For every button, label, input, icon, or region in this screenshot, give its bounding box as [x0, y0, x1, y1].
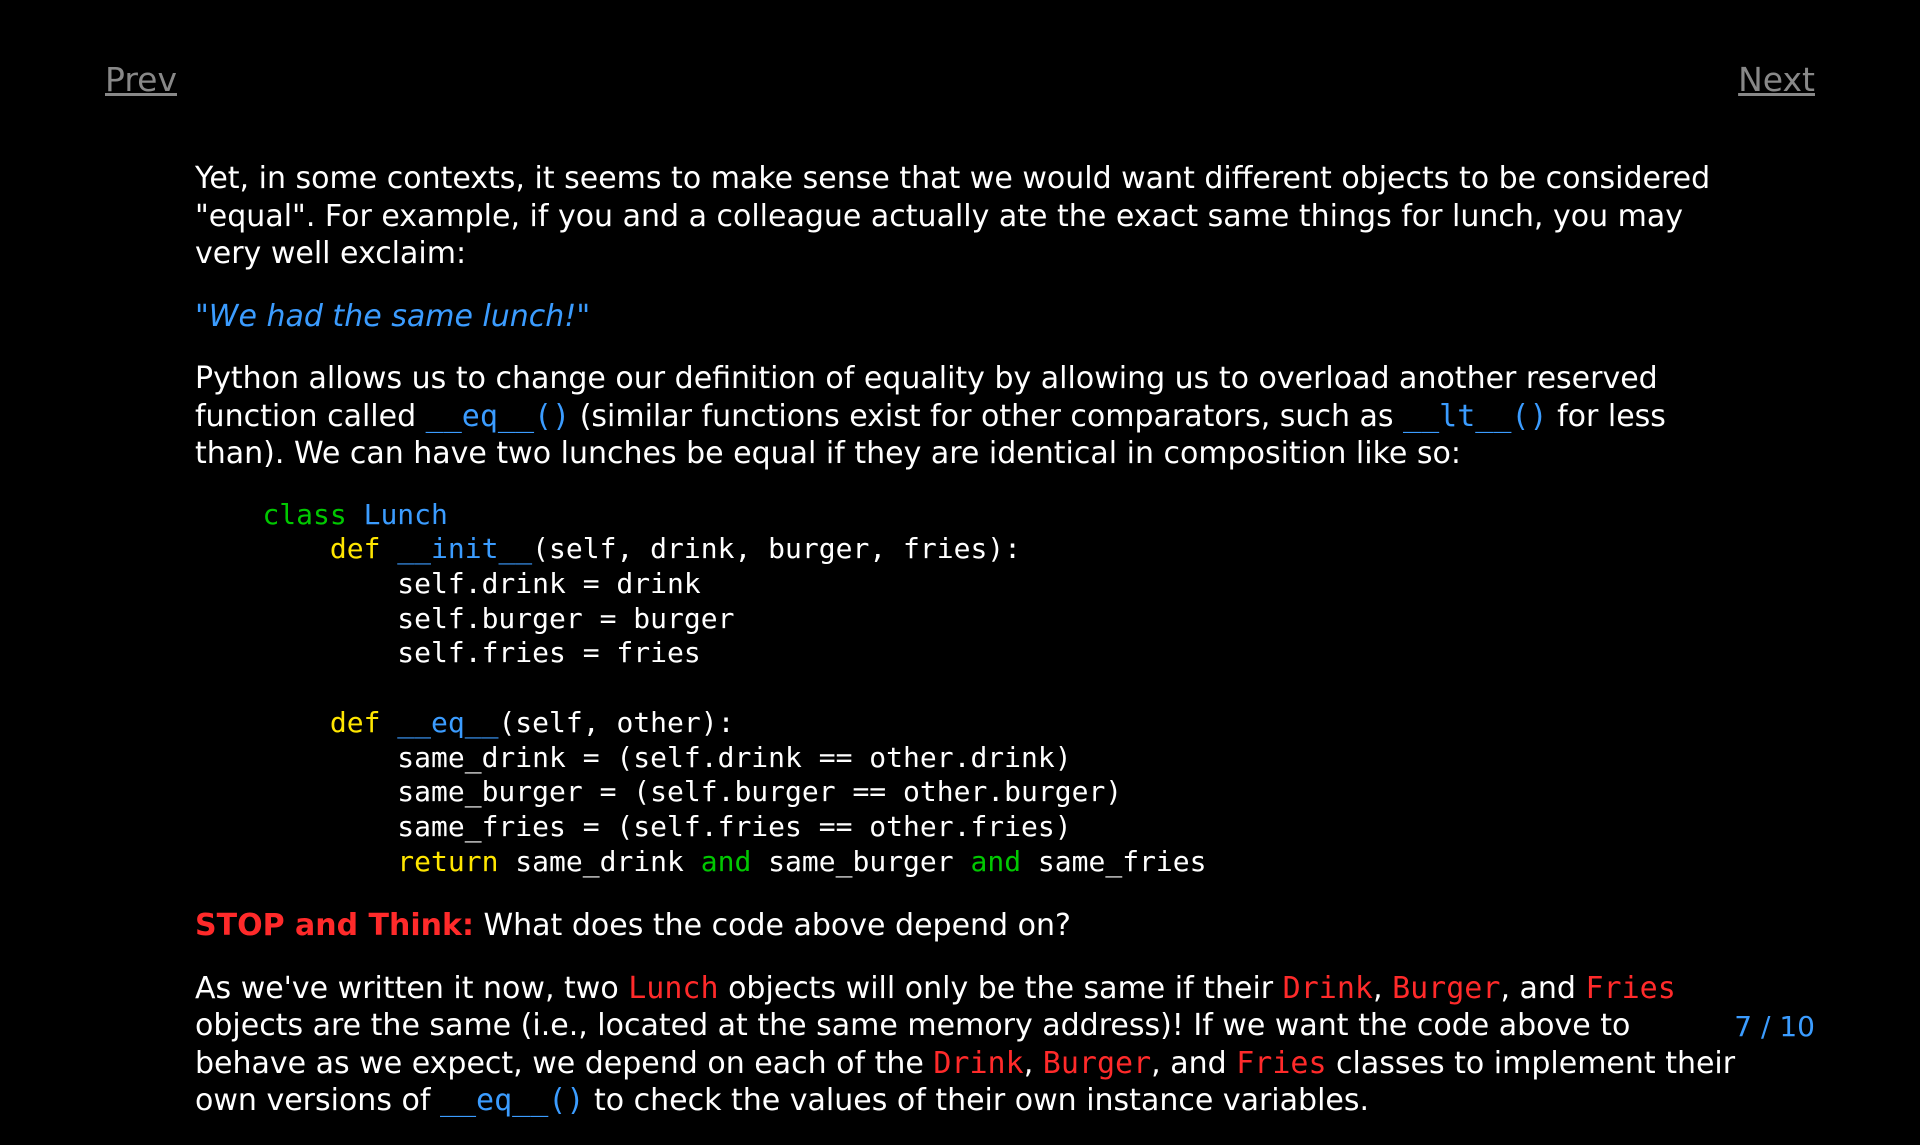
lunch-token: Lunch	[628, 971, 718, 1006]
burger-token: Burger	[1392, 971, 1500, 1006]
fries-token: Fries	[1586, 971, 1676, 1006]
text: objects will only be the same if their	[719, 971, 1283, 1006]
lt-token: __lt__()	[1403, 399, 1548, 434]
drink-token-2: Drink	[933, 1046, 1023, 1081]
slide-body: Yet, in some contexts, it seems to make …	[195, 160, 1740, 1145]
text: ,	[1024, 1046, 1043, 1081]
drink-token: Drink	[1283, 971, 1373, 1006]
burger-token-2: Burger	[1043, 1046, 1151, 1081]
code-block: class Lunch def __init__(self, drink, bu…	[195, 498, 1740, 880]
text: , and	[1151, 1046, 1236, 1081]
text: , and	[1500, 971, 1585, 1006]
stop-think: STOP and Think: What does the code above…	[195, 907, 1740, 945]
page-counter: 7 / 10	[1734, 1010, 1815, 1043]
closing-paragraph: As we've written it now, two Lunch objec…	[195, 970, 1740, 1120]
text: As we've written it now, two	[195, 971, 628, 1006]
quote-line: "We had the same lunch!"	[195, 298, 1740, 336]
text: (similar functions exist for other compa…	[570, 399, 1403, 434]
eq-explanation: Python allows us to change our definitio…	[195, 360, 1740, 473]
eq-token: __eq__()	[426, 399, 571, 434]
fries-token-2: Fries	[1236, 1046, 1326, 1081]
page-sep: /	[1752, 1010, 1779, 1043]
stop-question: What does the code above depend on?	[474, 908, 1071, 943]
eq-token-2: __eq__()	[440, 1083, 585, 1118]
stop-label: STOP and Think:	[195, 908, 474, 943]
next-link[interactable]: Next	[1738, 60, 1815, 99]
text: to check the values of their own instanc…	[584, 1083, 1369, 1118]
page-current: 7	[1734, 1010, 1752, 1043]
prev-link[interactable]: Prev	[105, 60, 177, 99]
page-total: 10	[1779, 1010, 1815, 1043]
text: ,	[1373, 971, 1392, 1006]
intro-paragraph: Yet, in some contexts, it seems to make …	[195, 160, 1740, 273]
